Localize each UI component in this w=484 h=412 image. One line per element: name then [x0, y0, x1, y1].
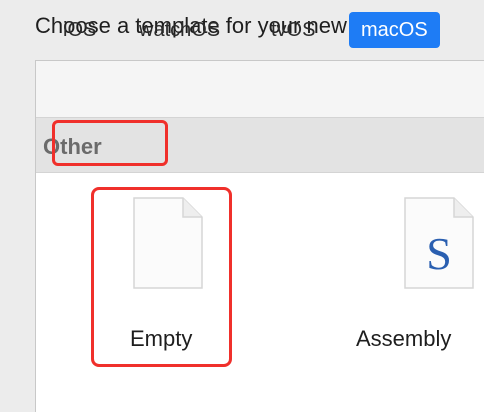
- tab-watchos[interactable]: watchOS: [139, 12, 220, 48]
- highlight-box-other: [52, 120, 168, 166]
- platform-tab-bar: [36, 61, 484, 117]
- template-chooser: Choose a template for your new file: iOS…: [0, 0, 484, 412]
- tab-tvos[interactable]: tvOS: [271, 12, 315, 48]
- tab-ios[interactable]: iOS: [63, 12, 96, 48]
- highlight-box-empty: [91, 187, 232, 367]
- tab-macos[interactable]: macOS: [349, 12, 440, 48]
- assembly-glyph: S: [426, 228, 452, 279]
- assembly-document-icon: S: [404, 197, 474, 289]
- template-label-assembly: Assembly: [356, 326, 452, 351]
